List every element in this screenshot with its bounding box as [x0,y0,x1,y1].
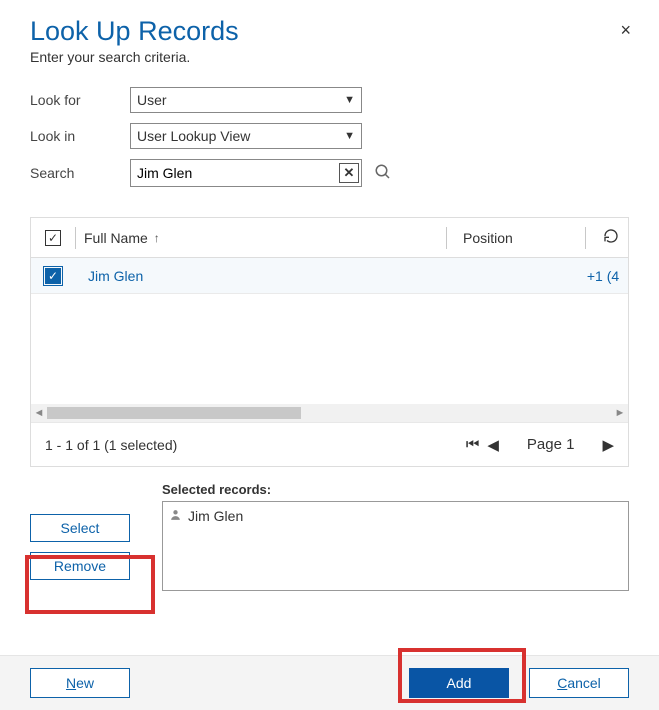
search-label: Search [30,165,130,181]
pager: 1 - 1 of 1 (1 selected) ⏮ ◀ Page 1 ▶ [31,422,628,466]
refresh-icon[interactable] [603,228,619,247]
column-header-position[interactable]: Position [455,230,585,246]
remove-button[interactable]: Remove [30,552,130,580]
grid-empty-space [31,294,628,404]
horizontal-scrollbar[interactable]: ◄ ► [31,404,628,422]
first-page-button[interactable]: ⏮ [466,436,480,453]
table-row[interactable]: Jim Glen +1 (4 [31,258,628,294]
person-icon [169,508,182,524]
results-grid: Full Name ↑ Position Jim Glen [30,217,629,467]
dialog-footer: New Add Cancel [0,655,659,710]
page-label: Page 1 [527,436,575,453]
search-field-wrap: ✕ [130,159,362,187]
select-button[interactable]: Select [30,514,130,542]
dialog-title: Look Up Records [30,16,629,47]
look-for-value: User [137,92,344,108]
selected-records-box[interactable]: Jim Glen [162,501,629,591]
add-button[interactable]: Add [409,668,509,698]
pager-status: 1 - 1 of 1 (1 selected) [45,437,466,453]
clear-search-icon[interactable]: ✕ [339,163,359,183]
search-input[interactable] [131,160,339,186]
look-in-label: Look in [30,128,130,144]
chevron-down-icon: ▼ [344,130,355,142]
look-in-select[interactable]: User Lookup View ▼ [130,123,362,149]
new-button[interactable]: New [30,668,130,698]
row-checkbox[interactable] [45,268,61,284]
column-header-fullname[interactable]: Full Name ↑ [84,230,446,246]
dialog-subtitle: Enter your search criteria. [30,49,629,65]
sort-asc-icon: ↑ [154,231,160,245]
cancel-button[interactable]: Cancel [529,668,629,698]
grid-header: Full Name ↑ Position [31,218,628,258]
column-divider [446,227,447,249]
scroll-track[interactable] [47,407,612,419]
select-all-checkbox[interactable] [45,230,61,246]
selected-records-label: Selected records: [162,482,629,497]
close-button[interactable]: × [620,20,631,41]
row-phone: +1 (4 [578,268,628,284]
column-fullname-label: Full Name [84,230,148,246]
chevron-down-icon: ▼ [344,94,355,106]
column-position-label: Position [463,230,513,246]
scroll-right-icon[interactable]: ► [612,407,628,419]
prev-page-button[interactable]: ◀ [487,436,499,454]
look-for-select[interactable]: User ▼ [130,87,362,113]
spacer [75,265,76,287]
look-for-label: Look for [30,92,130,108]
next-page-button[interactable]: ▶ [602,436,614,454]
column-divider [585,227,586,249]
search-icon[interactable] [374,163,392,184]
look-in-value: User Lookup View [137,128,344,144]
scroll-thumb[interactable] [47,407,301,419]
scroll-left-icon[interactable]: ◄ [31,407,47,419]
row-fullname[interactable]: Jim Glen [88,268,143,284]
selected-record-name: Jim Glen [188,508,243,524]
column-divider [75,227,76,249]
selected-record-item[interactable]: Jim Glen [169,508,622,524]
